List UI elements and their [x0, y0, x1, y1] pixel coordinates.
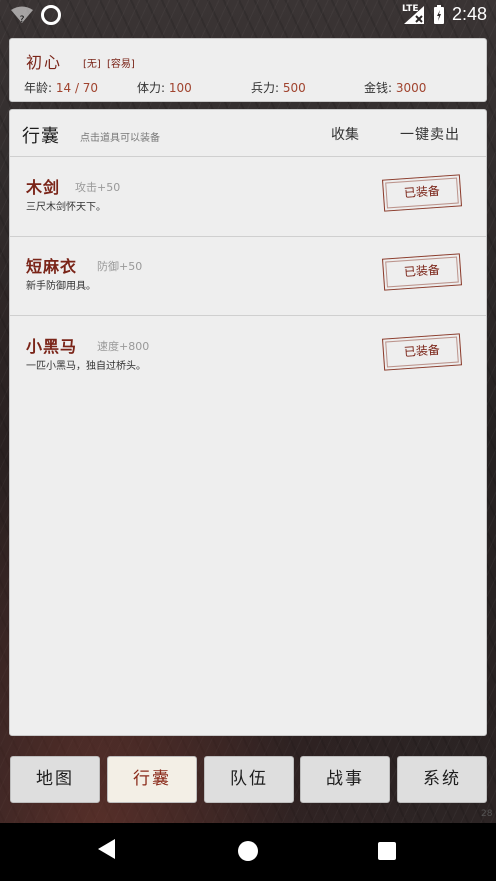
battery-charging-icon: [434, 5, 444, 24]
stat-troops-value: 500: [282, 81, 306, 95]
stat-troops-label: 兵力:: [251, 81, 283, 95]
home-icon[interactable]: [238, 841, 258, 861]
panel-title: 行囊: [22, 126, 60, 147]
item-name: 小黑马: [26, 337, 78, 356]
player-title-tag: [无]: [83, 59, 101, 70]
difficulty-tag: [容易]: [107, 59, 135, 70]
panel-hint: 点击道具可以装备: [80, 133, 160, 144]
item-attribute: 攻击+50: [75, 181, 121, 194]
stat-money-label: 金钱:: [364, 81, 396, 95]
tab-inventory[interactable]: 行囊: [107, 756, 197, 803]
stat-troops: 兵力: 500: [251, 79, 306, 96]
wifi-icon: ?: [11, 6, 33, 24]
stat-stamina-label: 体力:: [137, 81, 169, 95]
stat-money-value: 3000: [395, 81, 427, 95]
equipped-button[interactable]: 已装备: [381, 174, 463, 212]
inventory-item-wooden-sword[interactable]: 木剑 攻击+50 三尺木剑怀天下。 已装备: [10, 158, 486, 236]
item-description: 一匹小黑马，独自过桥头。: [26, 361, 146, 372]
tab-team[interactable]: 队伍: [204, 756, 294, 803]
item-attribute: 速度+800: [97, 340, 150, 353]
collect-button[interactable]: 收集: [331, 124, 359, 144]
item-name: 短麻衣: [26, 257, 78, 276]
signal-icon: [404, 6, 424, 24]
equipped-button[interactable]: 已装备: [381, 253, 463, 291]
tab-map[interactable]: 地图: [10, 756, 100, 803]
equipped-button[interactable]: 已装备: [381, 333, 463, 371]
corner-number: 28: [481, 809, 493, 819]
stat-age: 年龄: 14 / 70: [24, 79, 98, 96]
back-icon[interactable]: [98, 839, 115, 859]
player-name: 初心: [26, 53, 63, 72]
status-bar: ? LTE 2:48: [0, 0, 496, 30]
item-description: 新手防御用具。: [26, 281, 96, 292]
system-navigation-bar: [0, 823, 496, 881]
tab-battle[interactable]: 战事: [300, 756, 390, 803]
sync-icon: [41, 5, 61, 25]
tab-system[interactable]: 系统: [397, 756, 487, 803]
inventory-panel: 行囊 点击道具可以装备 收集 一键卖出 木剑 攻击+50 三尺木剑怀天下。 已装…: [9, 109, 487, 736]
item-name: 木剑: [26, 178, 61, 197]
clock: 2:48: [452, 4, 488, 24]
stat-age-value: 14 / 70: [55, 81, 99, 95]
stat-money: 金钱: 3000: [364, 79, 426, 96]
recent-apps-icon[interactable]: [378, 842, 396, 860]
divider: [10, 315, 486, 316]
divider: [10, 156, 486, 157]
sell-all-button[interactable]: 一键卖出: [400, 124, 460, 144]
item-description: 三尺木剑怀天下。: [26, 202, 106, 213]
player-info-card: 初心 [无] [容易] 年龄: 14 / 70 体力: 100 兵力: 500 …: [9, 38, 487, 102]
item-attribute: 防御+50: [97, 260, 143, 273]
inventory-item-short-robe[interactable]: 短麻衣 防御+50 新手防御用具。 已装备: [10, 237, 486, 315]
stat-age-label: 年龄:: [24, 81, 56, 95]
stat-stamina-value: 100: [168, 81, 192, 95]
svg-text:?: ?: [20, 15, 25, 24]
stat-stamina: 体力: 100: [137, 79, 192, 96]
inventory-item-black-horse[interactable]: 小黑马 速度+800 一匹小黑马，独自过桥头。 已装备: [10, 317, 486, 395]
